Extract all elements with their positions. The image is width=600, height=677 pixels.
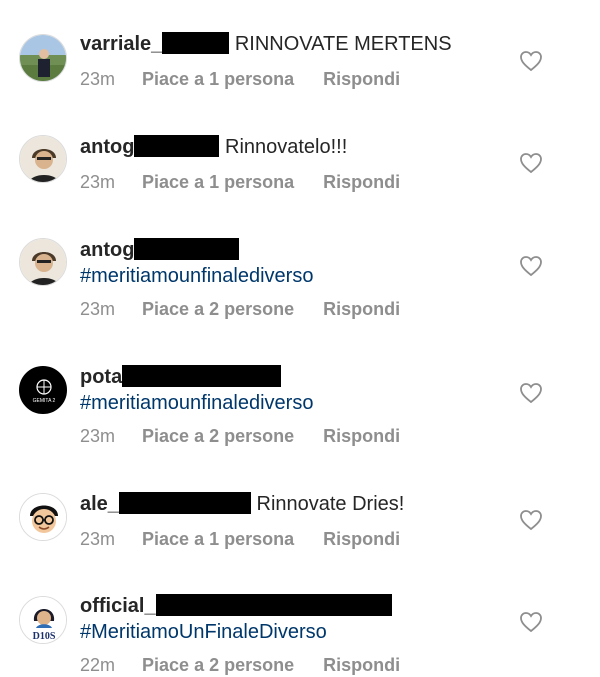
comment-body: varriale_ RINNOVATE MERTENS [80,31,530,57]
username[interactable]: pota [80,366,122,388]
reply-button[interactable]: Rispondi [323,299,400,320]
comment-meta: 23m Piace a 1 persona Rispondi [80,69,400,90]
timestamp: 23m [80,529,116,549]
reply-button[interactable]: Rispondi [323,172,400,193]
comment-meta: 23m Piace a 1 persona Rispondi [80,172,400,193]
likes-count-link[interactable]: Piace a 2 persone [142,426,294,447]
redaction-bar [134,135,220,157]
comment-meta: 22m Piace a 2 persone Rispondi [80,655,400,676]
avatar[interactable] [19,238,67,286]
redaction-bar [122,365,282,387]
comment-meta: 23m Piace a 2 persone Rispondi [80,299,400,320]
avatar[interactable] [19,493,67,541]
reply-button[interactable]: Rispondi [323,426,400,447]
reply-button[interactable]: Rispondi [323,69,400,90]
avatar[interactable]: GEMITA 2 [19,366,67,414]
avatar[interactable] [19,34,67,82]
redaction-bar [134,238,240,260]
heart-icon[interactable] [519,509,543,531]
comment-meta: 23m Piace a 1 persona Rispondi [80,529,400,550]
comment-text: RINNOVATE MERTENS [234,33,452,55]
timestamp: 22m [80,655,116,675]
redaction-bar [162,32,230,54]
heart-icon[interactable] [519,152,543,174]
hashtag-link[interactable]: #meritiamounfinalediverso [80,390,530,416]
comment-body: official_ #MeritiamoUnFinaleDiverso [80,593,530,645]
avatar[interactable] [19,135,67,183]
username[interactable]: antog [80,239,134,261]
avatar[interactable]: D10S [19,596,67,644]
heart-icon[interactable] [519,382,543,404]
redaction-bar [118,492,251,514]
reply-button[interactable]: Rispondi [323,529,400,550]
comment-body: antog #meritiamounfinalediverso [80,237,530,289]
comment-meta: 23m Piace a 2 persone Rispondi [80,426,400,447]
heart-icon[interactable] [519,50,543,72]
likes-count-link[interactable]: Piace a 1 persona [142,172,294,193]
hashtag-link[interactable]: #MeritiamoUnFinaleDiverso [80,619,530,645]
username[interactable]: official_ [80,595,156,617]
likes-count-link[interactable]: Piace a 2 persone [142,299,294,320]
comment-body: antog Rinnovatelo!!! [80,134,530,160]
hashtag-link[interactable]: #meritiamounfinalediverso [80,263,530,289]
redaction-bar [155,594,392,616]
username[interactable]: ale_ [80,493,119,515]
likes-count-link[interactable]: Piace a 2 persone [142,655,294,676]
likes-count-link[interactable]: Piace a 1 persona [142,69,294,90]
username[interactable]: antog [80,136,134,158]
timestamp: 23m [80,299,116,319]
timestamp: 23m [80,172,116,192]
comment-body: ale_ Rinnovate Dries! [80,491,530,517]
likes-count-link[interactable]: Piace a 1 persona [142,529,294,550]
comment-text: Rinnovatelo!!! [225,136,348,158]
comment-text: Rinnovate Dries! [256,493,405,515]
reply-button[interactable]: Rispondi [323,655,400,676]
timestamp: 23m [80,426,116,446]
username[interactable]: varriale_ [80,33,162,55]
timestamp: 23m [80,69,116,89]
heart-icon[interactable] [519,611,543,633]
comment-body: pota #meritiamounfinalediverso [80,364,530,416]
avatar-text: GEMITA 2 [33,398,56,404]
heart-icon[interactable] [519,255,543,277]
avatar-text: D10S [33,631,56,642]
